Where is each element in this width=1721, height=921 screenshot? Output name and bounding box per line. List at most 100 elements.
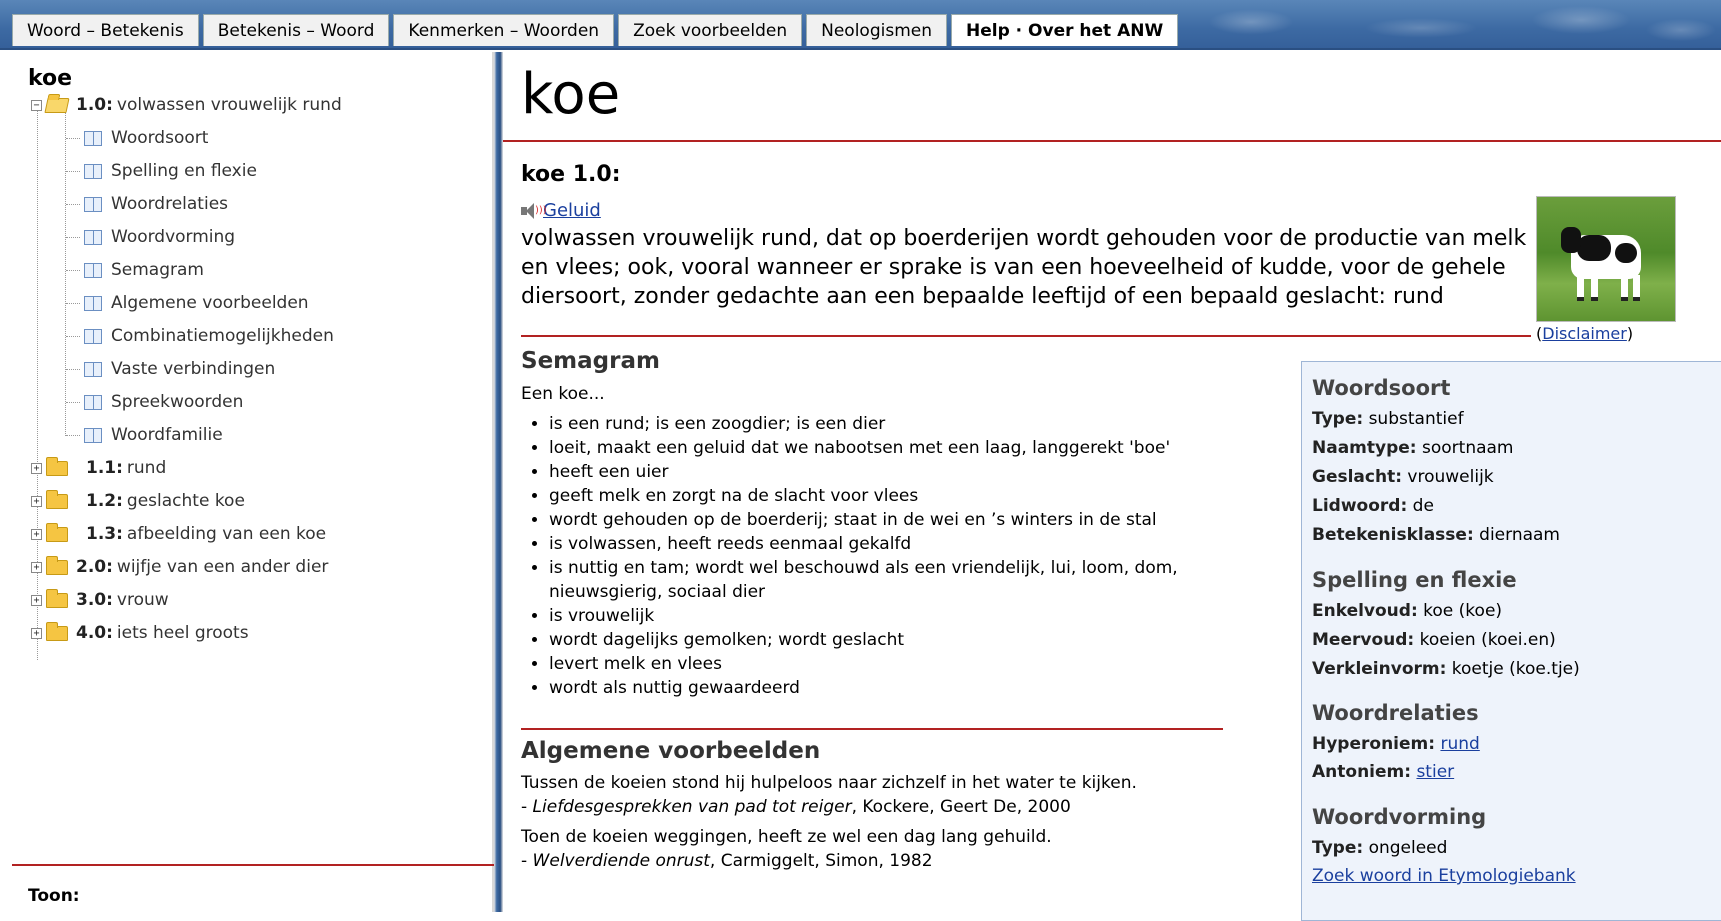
- tree-child-label: Spreekwoorden: [111, 392, 244, 412]
- book-icon: [84, 130, 102, 146]
- tree-node-label: afbeelding van een koe: [126, 524, 327, 544]
- tree-node-number: 1.1:: [86, 458, 123, 478]
- tab-kenmerken-woorden[interactable]: Kenmerken – Woorden: [393, 14, 615, 46]
- tree-child-semagram[interactable]: Semagram: [66, 256, 204, 284]
- list-item: is volwassen, heeft reeds eenmaal gekalf…: [549, 532, 1211, 556]
- tree-node-label: rund: [126, 458, 167, 478]
- sound-link-row: ))) Geluid: [521, 200, 601, 221]
- collapse-icon[interactable]: −: [31, 99, 42, 111]
- tree-child-combinatiemogelijkheden[interactable]: Combinatiemogelijkheden: [66, 322, 334, 350]
- tree-child-label: Spelling en flexie: [111, 161, 257, 181]
- tree-node-number: 1.3:: [86, 524, 123, 544]
- info-row: Geslacht: vrouwelijk: [1312, 467, 1494, 487]
- definition-text: volwassen vrouwelijk rund, dat op boerde…: [521, 226, 1527, 309]
- tree-child-label: Woordvorming: [111, 227, 236, 247]
- tree-node-1-0[interactable]: − 1.0: volwassen vrouwelijk rund: [31, 91, 342, 119]
- tab-betekenis-woord[interactable]: Betekenis – Woord: [202, 14, 390, 46]
- tree-node-label: volwassen vrouwelijk rund: [116, 95, 342, 115]
- info-row: Type: substantief: [1312, 409, 1464, 429]
- tab-neologismen[interactable]: Neologismen: [806, 14, 947, 46]
- info-label: Verkleinvorm:: [1312, 659, 1447, 679]
- info-row: Naamtype: soortnaam: [1312, 438, 1513, 458]
- expand-icon[interactable]: +: [31, 627, 42, 639]
- tree-child-spreekwoorden[interactable]: Spreekwoorden: [66, 388, 243, 416]
- book-icon: [84, 262, 102, 278]
- page-title: koe: [521, 62, 621, 127]
- tree-node-number: 2.0:: [76, 557, 113, 577]
- tab-woord-betekenis[interactable]: Woord – Betekenis: [12, 14, 199, 46]
- tree-node-3-0[interactable]: + 3.0: vrouw: [31, 586, 169, 614]
- tree-node-4-0[interactable]: + 4.0: iets heel groots: [31, 619, 249, 647]
- expand-icon[interactable]: +: [31, 594, 42, 606]
- sound-link[interactable]: Geluid: [543, 200, 601, 221]
- folder-icon: [46, 489, 68, 509]
- hyperoniem-link[interactable]: rund: [1440, 734, 1479, 754]
- expand-icon[interactable]: +: [31, 561, 42, 573]
- semagram-title: Semagram: [521, 348, 660, 374]
- info-label: Meervoud:: [1312, 630, 1415, 650]
- expand-icon[interactable]: +: [31, 495, 42, 507]
- woordvorming-heading: Woordvorming: [1312, 805, 1487, 829]
- divider: [503, 140, 1721, 142]
- info-row: Lidwoord: de: [1312, 496, 1434, 516]
- tree-child-woordfamilie[interactable]: Woordfamilie: [66, 421, 223, 449]
- cow-photo-shape: [1591, 275, 1598, 301]
- tree-child-algemene-voorbeelden[interactable]: Algemene voorbeelden: [66, 289, 309, 317]
- disclaimer: (Disclaimer): [1536, 324, 1634, 343]
- tree-child-spelling[interactable]: Spelling en flexie: [66, 157, 257, 185]
- tree-node-number: 3.0:: [76, 590, 113, 610]
- speaker-icon[interactable]: ))): [521, 202, 547, 219]
- tree-child-woordrelaties[interactable]: Woordrelaties: [66, 190, 228, 218]
- tree-node-1-3[interactable]: + 1.3: afbeelding van een koe: [31, 520, 326, 548]
- list-item: is vrouwelijk: [549, 604, 1211, 628]
- example-source: - Welverdiende onrust, Carmiggelt, Simon…: [521, 851, 933, 871]
- cow-photo-shape: [1577, 235, 1611, 261]
- tree-node-label: geslachte koe: [126, 491, 245, 511]
- book-icon: [84, 295, 102, 311]
- folder-icon: [46, 588, 68, 608]
- info-row: Verkleinvorm: koetje (koe.tje): [1312, 659, 1580, 679]
- folder-icon: [46, 621, 68, 641]
- info-row: Type: ongeleed: [1312, 838, 1447, 858]
- list-item: levert melk en vlees: [549, 652, 1211, 676]
- info-row: Zoek woord in Etymologiebank: [1312, 866, 1576, 886]
- tree-node-number: 1.0:: [76, 95, 113, 115]
- info-label: Antoniem:: [1312, 762, 1412, 782]
- tree-child-label: Algemene voorbeelden: [111, 293, 309, 313]
- tree-node-2-0[interactable]: + 2.0: wijfje van een ander dier: [31, 553, 328, 581]
- examples-title: Algemene voorbeelden: [521, 738, 821, 764]
- list-item: heeft een uier: [549, 460, 1211, 484]
- list-item: wordt als nuttig gewaardeerd: [549, 676, 1211, 700]
- tab-zoek-voorbeelden[interactable]: Zoek voorbeelden: [618, 14, 803, 46]
- folder-icon: [46, 522, 68, 542]
- info-value: de: [1412, 496, 1434, 516]
- info-value: koeien (koei.en): [1419, 630, 1556, 650]
- info-label: Enkelvoud:: [1312, 601, 1418, 621]
- tab-list: Woord – Betekenis Betekenis – Woord Kenm…: [12, 14, 1179, 46]
- source-rest: , Kockere, Geert De, 2000: [851, 797, 1071, 817]
- semagram-intro: Een koe...: [521, 384, 605, 404]
- antoniem-link[interactable]: stier: [1416, 762, 1454, 782]
- tree-child-vaste-verbindingen[interactable]: Vaste verbindingen: [66, 355, 275, 383]
- etymologiebank-link[interactable]: Zoek woord in Etymologiebank: [1312, 866, 1576, 886]
- tree-node-1-2[interactable]: + 1.2: geslachte koe: [31, 487, 245, 515]
- cow-photo[interactable]: [1536, 196, 1676, 322]
- tree-node-number: 1.2:: [86, 491, 123, 511]
- info-label: Type:: [1312, 838, 1364, 858]
- tree-node-1-1[interactable]: + 1.1: rund: [31, 454, 166, 482]
- info-value: koe (koe): [1423, 601, 1503, 621]
- info-row: Betekenisklasse: diernaam: [1312, 525, 1560, 545]
- panel-splitter[interactable]: [494, 52, 503, 912]
- cow-photo-shape: [1621, 275, 1628, 301]
- info-label: Hyperoniem:: [1312, 734, 1436, 754]
- expand-icon[interactable]: +: [31, 528, 42, 540]
- spelling-heading: Spelling en flexie: [1312, 568, 1517, 592]
- expand-icon[interactable]: +: [31, 462, 42, 474]
- tab-help-over-anw[interactable]: Help · Over het ANW: [951, 14, 1179, 46]
- woordsoort-heading: Woordsoort: [1312, 376, 1451, 400]
- disclaimer-link[interactable]: Disclaimer: [1542, 324, 1627, 343]
- info-value: vrouwelijk: [1407, 467, 1494, 487]
- tree-child-woordsoort[interactable]: Woordsoort: [66, 124, 208, 152]
- list-item: loeit, maakt een geluid dat we nabootsen…: [549, 436, 1211, 460]
- tree-child-woordvorming[interactable]: Woordvorming: [66, 223, 235, 251]
